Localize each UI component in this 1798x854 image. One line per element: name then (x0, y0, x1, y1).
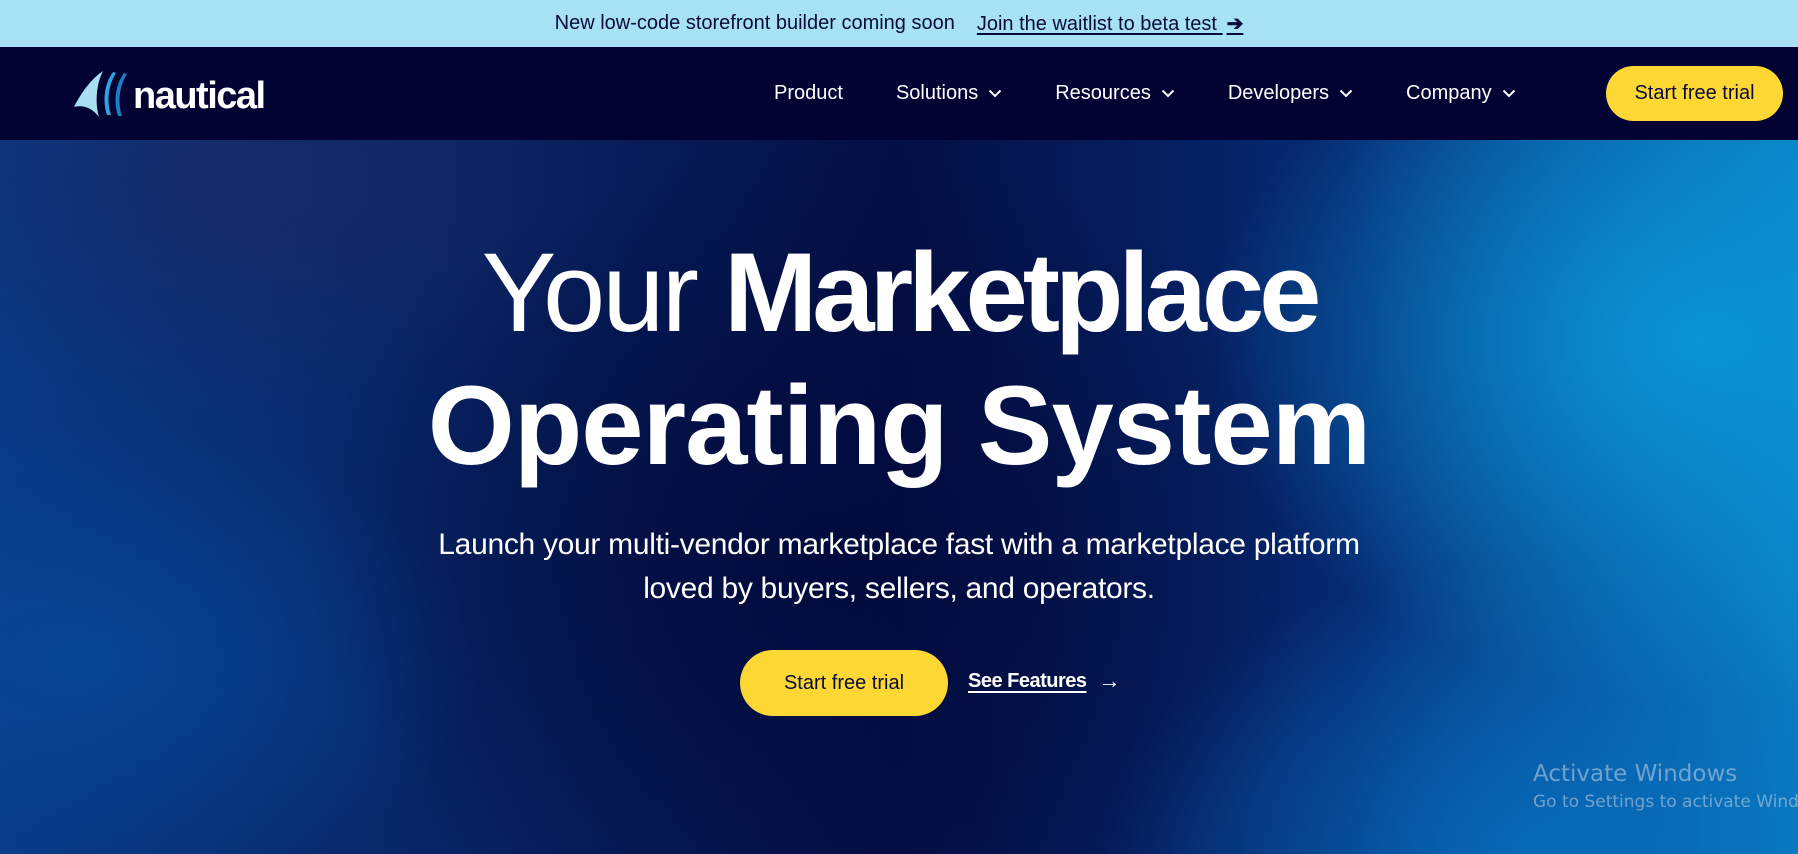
arrow-right-icon: ➔ (1226, 13, 1244, 35)
nav-item-label: Developers (1227, 82, 1329, 104)
activate-windows-watermark: Activate Windows Go to Settings to activ… (1533, 759, 1798, 815)
chevron-down-icon (1161, 89, 1175, 98)
subtitle-line-1: Launch your multi-vendor marketplace fas… (438, 528, 1360, 561)
subtitle-line-2: loved by buyers, sellers, and operators. (643, 572, 1155, 605)
chevron-down-icon (989, 89, 1002, 98)
headline-bold-text: Marketplace (723, 230, 1321, 355)
waitlist-link-label: Join the waitlist to beta test (976, 13, 1217, 35)
watermark-subtitle: Go to Settings to activate Windows. (1533, 792, 1798, 812)
start-free-trial-hero-button[interactable]: Start free trial (740, 650, 948, 716)
sail-icon (74, 71, 127, 117)
headline-light-text: Your (481, 230, 724, 355)
main-nav: Product Solutions Resources Developers C… (774, 47, 1569, 140)
see-features-link[interactable]: See Features → (968, 668, 1121, 694)
nav-item-product[interactable]: Product (774, 82, 843, 105)
logo-wordmark: nautical (133, 74, 266, 117)
chevron-down-icon (1502, 89, 1515, 98)
headline-line-2: Operating System (427, 363, 1372, 488)
nav-item-label: Product (774, 82, 843, 104)
announcement-message: New low-code storefront builder coming s… (554, 12, 955, 34)
hero-section: Your Marketplace Operating System Launch… (0, 140, 1798, 854)
nav-item-label: Solutions (895, 82, 979, 104)
start-free-trial-nav-button[interactable]: Start free trial (1606, 66, 1783, 121)
see-features-label: See Features (968, 669, 1087, 692)
logo[interactable]: nautical (73, 69, 266, 119)
nav-item-label: Resources (1055, 82, 1151, 104)
top-navigation: nautical Product Solutions Resources Dev… (0, 47, 1798, 140)
nav-item-label: Company (1406, 82, 1492, 104)
arrow-right-icon: → (1098, 668, 1121, 693)
headline-line-1: Your Marketplace (0, 228, 1798, 358)
announcement-bar: New low-code storefront builder coming s… (0, 0, 1798, 47)
chevron-down-icon (1339, 89, 1353, 98)
nav-item-developers[interactable]: Developers (1228, 82, 1353, 105)
nav-item-company[interactable]: Company (1406, 82, 1516, 105)
watermark-title: Activate Windows (1533, 761, 1738, 787)
waitlist-link[interactable]: Join the waitlist to beta test ➔ (977, 11, 1243, 36)
nav-item-resources[interactable]: Resources (1055, 82, 1175, 105)
nav-item-solutions[interactable]: Solutions (896, 82, 1002, 105)
hero-headline: Your Marketplace Operating System (0, 228, 1798, 494)
hero-subtitle: Launch your multi-vendor marketplace fas… (0, 523, 1798, 611)
